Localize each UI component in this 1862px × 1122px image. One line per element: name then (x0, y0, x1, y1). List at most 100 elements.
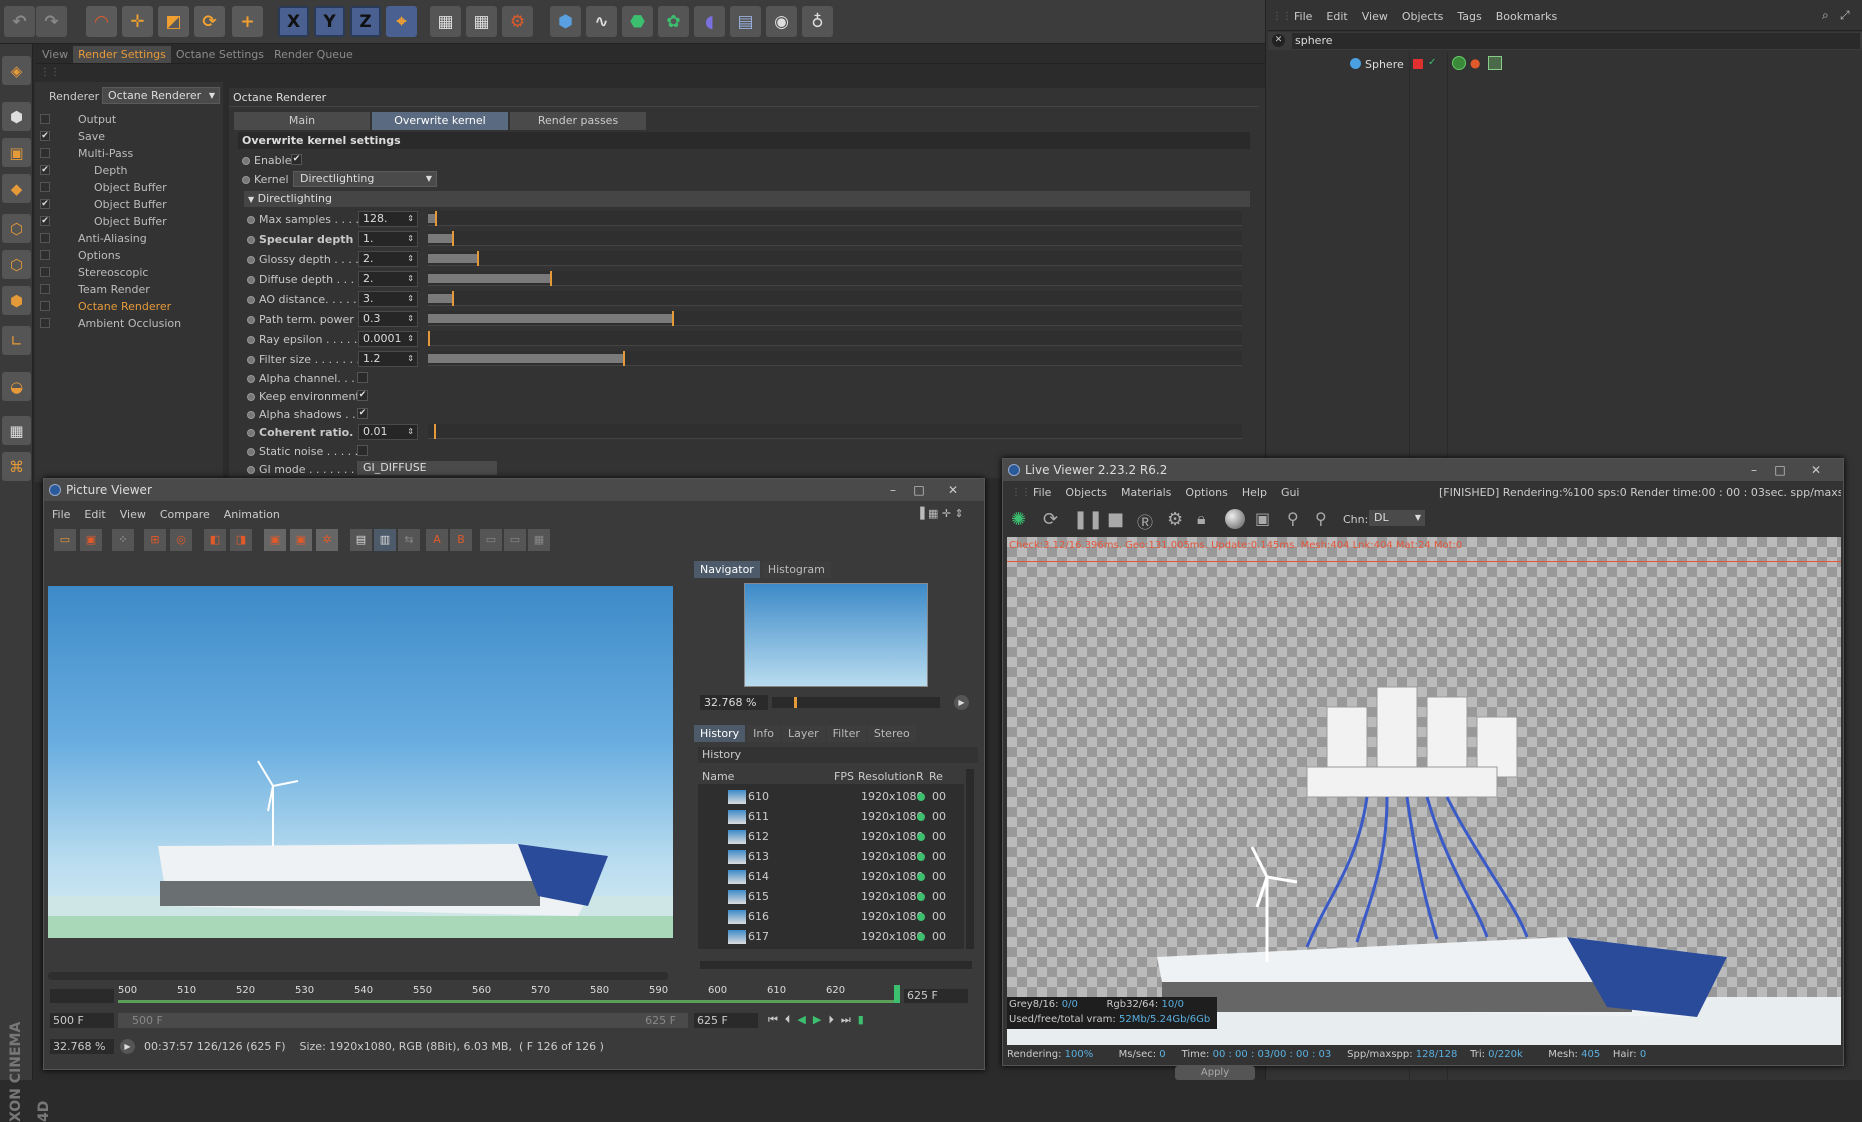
nurbs-icon[interactable]: ⬣ (622, 6, 653, 37)
param-field[interactable]: 128. ⇕ (358, 211, 418, 227)
table-row[interactable]: 615 1920x1080 00 (698, 887, 964, 907)
add-icon[interactable]: + (232, 6, 263, 37)
compare-ab-icon[interactable]: ▤ (350, 529, 372, 551)
range-slider[interactable]: 500 F 625 F (118, 1013, 688, 1028)
expand-icon[interactable]: ⤢ (1840, 8, 1850, 23)
set-a-icon[interactable]: A (426, 529, 448, 551)
coherent-ratio-slider[interactable] (428, 424, 1242, 439)
param-slider[interactable] (428, 311, 1242, 326)
table-row[interactable]: 610 1920x1080 00 (698, 787, 964, 807)
menu-item[interactable]: Materials (1121, 486, 1171, 499)
save-icon[interactable]: ▣ (80, 529, 102, 551)
compare-icon[interactable]: ▥ (374, 529, 396, 551)
keyframe-dot[interactable] (242, 157, 250, 165)
navigator-thumbnail[interactable] (744, 583, 928, 687)
floor-icon[interactable]: ▤ (730, 6, 761, 37)
tab-histogram[interactable]: Histogram (761, 561, 831, 578)
keyframe-dot[interactable] (247, 236, 255, 244)
tab-render-queue[interactable]: Render Queue (269, 46, 358, 63)
cube-icon[interactable]: ⬢ (550, 6, 581, 37)
live-viewport[interactable]: Check:3.12/16.396ms. Geo:131.005ms. Upda… (1007, 537, 1841, 1045)
minimize-button[interactable]: – (1743, 462, 1765, 478)
keyframe-dot[interactable] (247, 256, 255, 264)
model-mode-icon[interactable]: ◈ (2, 56, 31, 85)
tree-item[interactable]: Multi-Pass (78, 146, 133, 161)
split-h-icon[interactable]: ▭ (480, 529, 502, 551)
pick-material-icon[interactable]: ⚲ (1315, 509, 1327, 528)
menu-item[interactable]: Objects (1402, 10, 1444, 23)
live-viewer-titlebar[interactable]: Live Viewer 2.23.2 R6.2 (1003, 459, 1843, 481)
stop-icon[interactable]: ■ (1107, 509, 1124, 530)
y-axis-icon[interactable]: Y (314, 6, 345, 37)
array-icon[interactable]: ✿ (658, 6, 689, 37)
rotate-icon[interactable]: ⟳ (194, 6, 225, 37)
magnet-icon[interactable]: ◒ (2, 372, 31, 401)
history-hscrollbar[interactable] (700, 961, 972, 969)
render-view-icon[interactable]: ▦ (430, 6, 461, 37)
split-v-icon[interactable]: ▭ (504, 529, 526, 551)
param-slider[interactable] (428, 351, 1242, 366)
tree-checkbox[interactable] (40, 267, 50, 277)
maximize-button[interactable]: □ (1769, 462, 1791, 478)
user-icon[interactable]: ◎ (170, 529, 192, 551)
team-render-icon[interactable]: ✲ (316, 529, 338, 551)
layer-color-swatch[interactable] (1413, 59, 1423, 69)
start-field[interactable]: 500 F (50, 1013, 114, 1028)
coherent-ratio-field[interactable]: 0.01 ⇕ (358, 424, 418, 440)
render-all-icon[interactable]: ▣ (290, 529, 312, 551)
keyframe-dot[interactable] (247, 448, 255, 456)
tree-item[interactable]: Save (78, 129, 105, 144)
picture-viewer-titlebar[interactable]: Picture Viewer (44, 479, 984, 501)
tree-item[interactable]: Options (78, 248, 120, 263)
keyframe-dot[interactable] (247, 429, 255, 437)
render-region-icon[interactable]: ⊞ (144, 529, 166, 551)
table-row[interactable]: 611 1920x1080 00 (698, 807, 964, 827)
tree-item[interactable]: Ambient Occlusion (78, 316, 181, 331)
keyframe-dot[interactable] (247, 336, 255, 344)
menu-item[interactable]: Edit (1326, 10, 1347, 23)
subtab-main[interactable]: Main (234, 112, 370, 130)
keyframe-dot[interactable] (242, 176, 250, 184)
slider-handle[interactable] (672, 311, 674, 326)
tree-checkbox[interactable]: ✔ (40, 131, 50, 141)
tab-layer[interactable]: Layer (781, 725, 825, 742)
enable-checkbox[interactable]: ✔ (291, 154, 302, 165)
first-frame-icon[interactable]: ⏮ (768, 1013, 778, 1026)
slider-handle[interactable] (477, 251, 479, 266)
table-row[interactable]: 617 1920x1080 00 (698, 927, 964, 947)
param-field[interactable]: 0.3 ⇕ (358, 311, 418, 327)
set-b-icon[interactable]: B (450, 529, 472, 551)
current-frame-marker[interactable] (894, 985, 900, 1003)
menu-item[interactable]: View (120, 508, 146, 521)
keyframe-dot[interactable] (247, 466, 255, 474)
last-frame-icon[interactable]: ⏭ (841, 1013, 851, 1026)
light-icon[interactable]: ♁ (802, 6, 833, 37)
param-field[interactable]: 2. ⇕ (358, 271, 418, 287)
tree-item[interactable]: Object Buffer (94, 214, 167, 229)
ab-swap-icon[interactable]: ⇆ (398, 529, 420, 551)
snap-icon[interactable]: ▦ (2, 416, 31, 445)
tree-item[interactable]: Object Buffer (94, 197, 167, 212)
settings-icon[interactable]: ⚙ (1167, 509, 1183, 530)
tab-stereo[interactable]: Stereo (867, 725, 916, 742)
close-button[interactable]: ✕ (1805, 462, 1827, 478)
apply-button[interactable]: Apply (1175, 1066, 1255, 1080)
close-search-icon[interactable]: ✕ (1272, 34, 1285, 47)
slider-handle[interactable] (434, 424, 436, 439)
slider-handle[interactable] (550, 271, 552, 286)
tree-checkbox[interactable] (40, 148, 50, 158)
tree-checkbox[interactable]: ✔ (40, 216, 50, 226)
redo-icon[interactable]: ↷ (36, 6, 67, 37)
edges-mode-icon[interactable]: ⬡ (2, 250, 31, 279)
param-field[interactable]: 1.2 ⇕ (358, 351, 418, 367)
spline-icon[interactable]: ∿ (586, 6, 617, 37)
keyframe-dot[interactable] (247, 276, 255, 284)
grid-icon[interactable]: ⁘ (112, 529, 134, 551)
menu-item[interactable]: File (1294, 10, 1312, 23)
menu-item[interactable]: Animation (224, 508, 280, 521)
copy-icon[interactable]: ◧ (204, 529, 226, 551)
channel-dropdown[interactable]: DL ▼ (1369, 510, 1425, 526)
menu-item[interactable]: Edit (84, 508, 105, 521)
tree-item[interactable]: Object Buffer (94, 180, 167, 195)
slider-handle[interactable] (623, 351, 625, 366)
